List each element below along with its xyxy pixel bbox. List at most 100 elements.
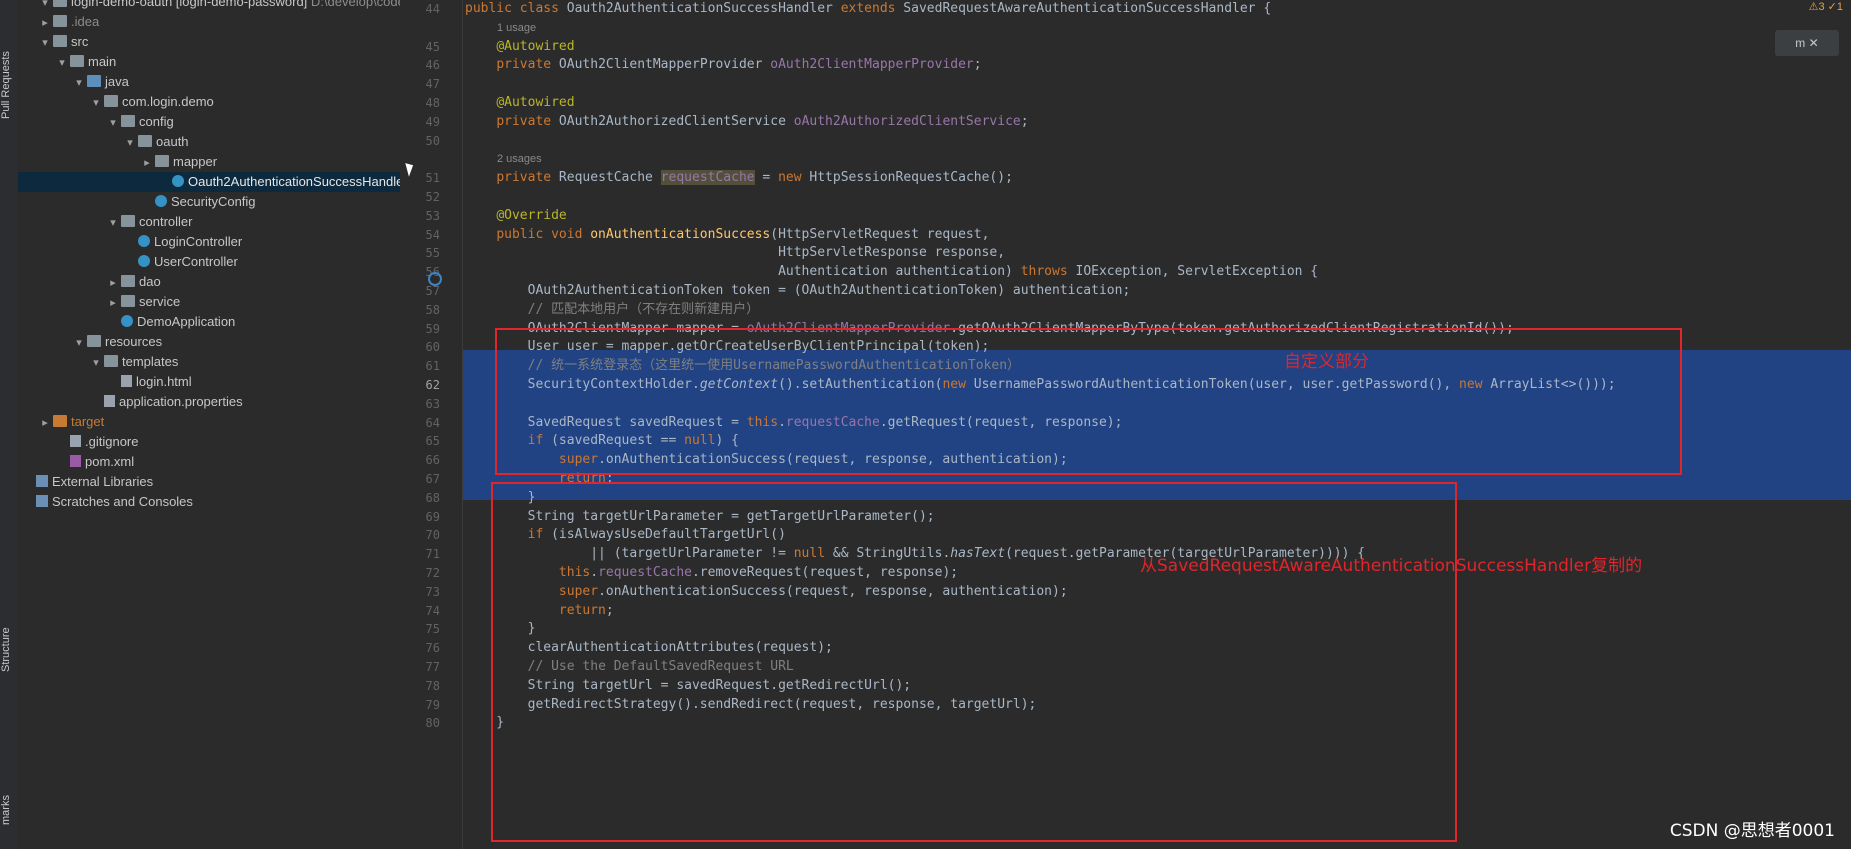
tree-item[interactable]: login.html — [18, 372, 400, 392]
tree-item-label: config — [139, 114, 174, 129]
line-number: 55 — [425, 246, 440, 261]
tree-item[interactable]: Scratches and Consoles — [18, 492, 400, 512]
class-icon — [138, 255, 150, 267]
line-number: 65 — [425, 434, 440, 449]
line-number: 45 — [425, 39, 440, 54]
tree-item-label: controller — [139, 214, 193, 229]
chevron-icon[interactable]: ▾ — [90, 353, 102, 373]
tree-item-label: java — [105, 74, 129, 89]
code-line[interactable]: HttpServletResponse response, — [465, 244, 1005, 263]
chevron-icon[interactable]: ▾ — [39, 33, 51, 53]
code-line[interactable]: // 匹配本地用户（不存在则新建用户） — [465, 301, 759, 320]
chevron-icon[interactable]: ▾ — [56, 53, 68, 73]
tree-item-label: UserController — [154, 254, 238, 269]
tree-item-label: src — [71, 34, 89, 49]
tree-item[interactable]: ▾ login-demo-oauth [login-demo-password] … — [18, 0, 405, 12]
folder-blue-icon — [87, 75, 101, 87]
tree-item-label: com.login.demo — [122, 94, 214, 109]
tree-item[interactable]: ▸ .idea — [18, 12, 400, 32]
tree-item-label: Scratches and Consoles — [52, 494, 193, 509]
tree-item[interactable]: LoginController — [18, 232, 400, 252]
folder-icon — [121, 295, 135, 307]
code-line[interactable]: @Autowired — [465, 94, 574, 113]
pull-requests-tab[interactable]: Pull Requests — [0, 40, 18, 130]
code-line[interactable]: OAuth2AuthenticationToken token = (OAuth… — [465, 282, 1131, 301]
line-number: 70 — [425, 528, 440, 543]
chevron-icon[interactable]: ▸ — [39, 413, 51, 433]
tree-item-label: .gitignore — [85, 434, 139, 449]
tree-item[interactable]: ▾ controller — [18, 212, 400, 232]
chevron-icon[interactable]: ▸ — [107, 273, 119, 293]
chevron-icon[interactable]: ▸ — [141, 153, 153, 173]
chevron-icon[interactable]: ▾ — [73, 73, 85, 93]
bookmarks-tab[interactable]: marks — [0, 790, 18, 830]
line-number: 72 — [425, 566, 440, 580]
tree-item[interactable]: ▸ target — [18, 412, 400, 432]
code-line[interactable]: Authentication authentication) throws IO… — [465, 263, 1318, 282]
folder-icon — [87, 335, 101, 347]
chevron-icon[interactable]: ▸ — [107, 293, 119, 313]
tree-item[interactable]: ▸ service — [18, 292, 400, 312]
tree-item[interactable]: External Libraries — [18, 472, 400, 492]
line-number: 52 — [425, 190, 440, 204]
chevron-icon[interactable]: ▾ — [90, 93, 102, 113]
line-number: 62 — [425, 378, 440, 392]
line-number: 66 — [425, 453, 440, 468]
left-tool-strip: Pull Requests Structure marks — [0, 0, 19, 849]
line-number: 76 — [425, 641, 440, 656]
line-number: 71 — [425, 547, 440, 562]
tree-item[interactable]: ▾ templates — [18, 352, 400, 372]
code-line[interactable]: public void onAuthenticationSuccess(Http… — [465, 226, 989, 245]
line-number: 63 — [425, 396, 440, 411]
code-line[interactable]: private RequestCache requestCache = new … — [465, 169, 1013, 188]
line-number: 46 — [425, 58, 440, 73]
tree-item-label: resources — [105, 334, 163, 349]
folder-orange-icon — [53, 415, 67, 427]
tree-item-label: main — [88, 54, 117, 69]
chevron-icon[interactable]: ▾ — [73, 333, 85, 353]
usage-hint[interactable]: 1 usage — [497, 19, 536, 38]
tree-item[interactable]: .gitignore — [18, 432, 400, 452]
copied-from-annotation: 从SavedRequestAwareAuthenticationSuccessH… — [1140, 556, 1643, 576]
tree-item[interactable]: Oauth2AuthenticationSuccessHandler — [18, 172, 408, 192]
chevron-icon[interactable]: ▾ — [107, 213, 119, 233]
tree-item[interactable]: ▾ src — [18, 32, 400, 52]
tree-item-label: oauth — [156, 134, 189, 149]
usage-hint[interactable]: 2 usages — [497, 150, 542, 169]
override-gutter-icon[interactable] — [428, 272, 442, 286]
tree-item[interactable]: ▾ config — [18, 112, 400, 132]
tree-item[interactable]: UserController — [18, 252, 400, 272]
lib-icon — [36, 495, 48, 507]
tree-item[interactable]: ▸ dao — [18, 272, 400, 292]
tree-item[interactable]: ▾ oauth — [18, 132, 400, 152]
tree-item[interactable]: ▸ mapper — [18, 152, 400, 172]
tree-item-label: SecurityConfig — [171, 194, 256, 209]
maven-button[interactable]: m ✕ — [1775, 30, 1839, 56]
tree-item-label: templates — [122, 354, 179, 369]
tree-item[interactable]: DemoApplication — [18, 312, 400, 332]
tree-item[interactable]: pom.xml — [18, 452, 400, 472]
code-line[interactable]: @Autowired — [465, 38, 574, 57]
structure-tab[interactable]: Structure — [0, 620, 18, 680]
tree-item[interactable]: ▾ main — [18, 52, 400, 72]
tree-item[interactable]: ▾ resources — [18, 332, 400, 352]
tree-item[interactable]: application.properties — [18, 392, 400, 412]
tree-item[interactable]: ▾ com.login.demo — [18, 92, 400, 112]
line-number: 61 — [425, 359, 440, 374]
folder-icon — [53, 0, 67, 7]
xml-icon — [70, 455, 81, 467]
code-line[interactable]: @Override — [465, 207, 566, 226]
inspection-status[interactable]: ⚠3 ✓1 — [1809, 0, 1843, 13]
code-line[interactable]: private OAuth2AuthorizedClientService oA… — [465, 113, 1028, 132]
tree-item[interactable]: SecurityConfig — [18, 192, 400, 212]
chevron-icon[interactable]: ▾ — [124, 133, 136, 153]
tree-item-label: service — [139, 294, 181, 309]
chevron-icon[interactable]: ▾ — [107, 113, 119, 133]
line-number: 53 — [425, 208, 440, 223]
line-number: 51 — [425, 171, 440, 186]
chevron-icon[interactable]: ▸ — [39, 13, 51, 33]
project-tree: ▾ login-demo-oauth [login-demo-password] … — [18, 0, 408, 849]
code-line[interactable]: public class Oauth2AuthenticationSuccess… — [465, 0, 1271, 19]
tree-item[interactable]: ▾ java — [18, 72, 400, 92]
code-line[interactable]: private OAuth2ClientMapperProvider oAuth… — [465, 56, 981, 75]
